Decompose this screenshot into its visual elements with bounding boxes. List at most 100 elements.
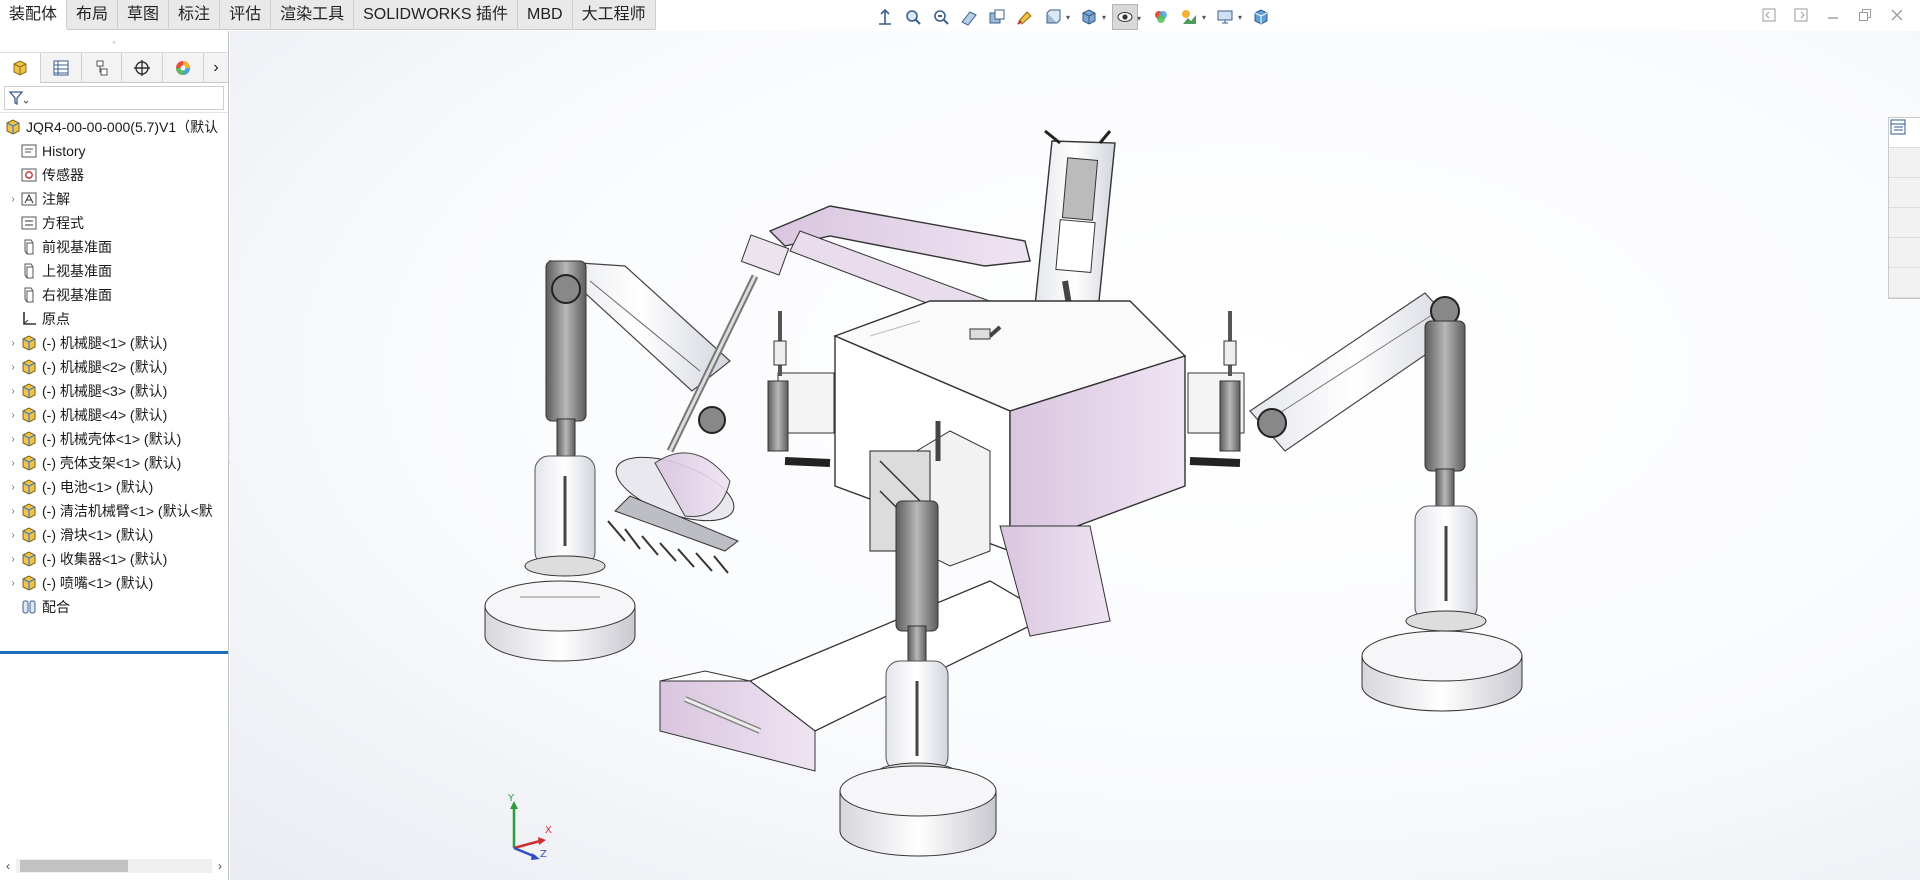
tree-node-label: (-) 机械腿<1> (默认) bbox=[42, 335, 168, 351]
subassembly-icon bbox=[20, 454, 38, 472]
tree-node[interactable]: › 注解 bbox=[0, 187, 228, 211]
subassembly-icon bbox=[20, 334, 38, 352]
tree-node-label: (-) 机械壳体<1> (默认) bbox=[42, 431, 182, 447]
expand-arrow-icon[interactable]: › bbox=[6, 362, 20, 373]
close-icon[interactable] bbox=[1888, 6, 1906, 24]
tab-layout[interactable]: 布局 bbox=[67, 0, 119, 30]
rotate-view-icon[interactable] bbox=[1012, 4, 1038, 30]
tab-mbd[interactable]: MBD bbox=[518, 0, 573, 30]
configuration-manager-tab-icon[interactable] bbox=[82, 53, 123, 83]
tile-left-icon[interactable] bbox=[1760, 6, 1778, 24]
expand-arrow-icon[interactable]: › bbox=[6, 386, 20, 397]
zoom-to-fit-icon[interactable] bbox=[872, 4, 898, 30]
tab-markup[interactable]: 标注 bbox=[169, 0, 221, 30]
scroll-right-icon[interactable]: › bbox=[212, 859, 228, 873]
tree-horizontal-scrollbar[interactable]: ‹ › bbox=[0, 856, 228, 876]
sensor-icon bbox=[20, 166, 38, 184]
tree-node-label: 配合 bbox=[42, 599, 70, 615]
expand-arrow-icon[interactable]: › bbox=[6, 410, 20, 421]
tab-assembly[interactable]: 装配体 bbox=[0, 0, 68, 30]
scroll-thumb[interactable] bbox=[20, 860, 128, 872]
tree-node[interactable]: › (-) 清洁机械臂<1> (默认<默 bbox=[0, 499, 228, 523]
heads-up-view-toolbar: ▾ ▾ ▾ ▾ ▾ bbox=[872, 4, 1274, 30]
3d-view-icon[interactable] bbox=[1248, 4, 1274, 30]
expand-arrow-icon[interactable]: › bbox=[6, 338, 20, 349]
dynamic-annotation-icon[interactable] bbox=[984, 4, 1010, 30]
section-view-icon[interactable] bbox=[956, 4, 982, 30]
expand-arrow-icon[interactable]: › bbox=[6, 506, 20, 517]
tree-node[interactable]: 配合 bbox=[0, 595, 228, 619]
tree-node[interactable]: 传感器 bbox=[0, 163, 228, 187]
previous-view-icon[interactable] bbox=[928, 4, 954, 30]
tree-root-assembly[interactable]: JQR4-00-00-000(5.7)V1（默认 bbox=[0, 115, 228, 139]
expand-arrow-icon[interactable]: › bbox=[6, 554, 20, 565]
minimize-icon[interactable] bbox=[1824, 6, 1842, 24]
collector-tray[interactable] bbox=[659, 525, 1111, 772]
custom-properties-icon[interactable] bbox=[1889, 119, 1920, 298]
plane-icon bbox=[20, 262, 38, 280]
tree-node[interactable]: 前视基准面 bbox=[0, 235, 228, 259]
tree-node[interactable]: › (-) 机械腿<2> (默认) bbox=[0, 355, 228, 379]
tree-node[interactable]: 右视基准面 bbox=[0, 283, 228, 307]
expand-arrow-icon[interactable]: › bbox=[6, 194, 20, 205]
zoom-to-area-icon[interactable] bbox=[900, 4, 926, 30]
tree-node[interactable]: › (-) 收集器<1> (默认) bbox=[0, 547, 228, 571]
display-manager-tab-icon[interactable] bbox=[163, 53, 205, 83]
tree-node-label: (-) 壳体支架<1> (默认) bbox=[42, 455, 182, 471]
tile-right-icon[interactable] bbox=[1792, 6, 1810, 24]
restore-icon[interactable] bbox=[1856, 6, 1874, 24]
solidworks-window: 装配体 布局 草图 标注 评估 渲染工具 SOLIDWORKS 插件 MBD 大… bbox=[0, 0, 1920, 880]
property-manager-tab-icon[interactable] bbox=[41, 53, 82, 83]
tree-node[interactable]: › (-) 滑块<1> (默认) bbox=[0, 523, 228, 547]
rollback-bar[interactable] bbox=[0, 651, 228, 654]
expand-arrow-icon[interactable]: › bbox=[6, 434, 20, 445]
tab-sketch[interactable]: 草图 bbox=[118, 0, 170, 30]
edit-appearance-icon[interactable] bbox=[1148, 4, 1174, 30]
panel-grip[interactable]: ◦ bbox=[0, 31, 228, 53]
tree-node-label: (-) 喷嘴<1> (默认) bbox=[42, 575, 154, 591]
hide-show-items-icon[interactable]: ▾ bbox=[1112, 4, 1141, 30]
tree-node[interactable]: › (-) 机械腿<4> (默认) bbox=[0, 403, 228, 427]
tree-node-label: 前视基准面 bbox=[42, 239, 112, 255]
tree-filter-input[interactable] bbox=[4, 86, 224, 110]
tab-render-tools[interactable]: 渲染工具 bbox=[271, 0, 355, 30]
expand-arrow-icon[interactable]: › bbox=[6, 530, 20, 541]
feature-manager-tab-icon[interactable] bbox=[0, 53, 41, 83]
display-style-icon[interactable]: ▾ bbox=[1076, 4, 1106, 30]
tab-evaluate[interactable]: 评估 bbox=[220, 0, 272, 30]
panel-tabs: › bbox=[0, 53, 228, 83]
annotation-icon bbox=[20, 190, 38, 208]
tab-engineer[interactable]: 大工程师 bbox=[573, 0, 656, 30]
dimxpert-manager-tab-icon[interactable] bbox=[122, 53, 164, 83]
triad-z-label: Z bbox=[540, 849, 547, 860]
mechanical-leg-3[interactable] bbox=[1249, 292, 1523, 712]
filter-icon bbox=[8, 91, 29, 106]
tree-node[interactable]: History bbox=[0, 139, 228, 163]
tree-node[interactable]: 方程式 bbox=[0, 211, 228, 235]
scroll-left-icon[interactable]: ‹ bbox=[0, 859, 16, 873]
apply-scene-icon[interactable]: ▾ bbox=[1176, 4, 1206, 30]
tree-node[interactable]: 上视基准面 bbox=[0, 259, 228, 283]
tree-node[interactable]: › (-) 喷嘴<1> (默认) bbox=[0, 571, 228, 595]
expand-arrow-icon[interactable]: › bbox=[6, 458, 20, 469]
tree-node[interactable]: › (-) 机械腿<3> (默认) bbox=[0, 379, 228, 403]
tree-node[interactable]: › (-) 机械腿<1> (默认) bbox=[0, 331, 228, 355]
graphics-area[interactable]: Y X Z bbox=[230, 31, 1920, 880]
view-orientation-icon[interactable]: ▾ bbox=[1040, 4, 1070, 30]
expand-arrow-icon[interactable]: › bbox=[6, 482, 20, 493]
appearances-scenes-icon[interactable] bbox=[1889, 120, 1920, 268]
tree-node-label: (-) 机械腿<3> (默认) bbox=[42, 383, 168, 399]
expand-arrow-icon[interactable]: › bbox=[6, 578, 20, 589]
tree-node[interactable]: › (-) 机械壳体<1> (默认) bbox=[0, 427, 228, 451]
tab-solidworks-addins[interactable]: SOLIDWORKS 插件 bbox=[354, 0, 519, 30]
tree-node-label: 上视基准面 bbox=[42, 263, 112, 279]
tree-root-label: JQR4-00-00-000(5.7)V1（默认 bbox=[26, 119, 219, 135]
more-tabs-chevron-icon[interactable]: › bbox=[204, 53, 228, 83]
view-settings-icon[interactable]: ▾ bbox=[1212, 4, 1242, 30]
view-palette-icon[interactable] bbox=[1889, 120, 1920, 238]
tree-node[interactable]: 原点 bbox=[0, 307, 228, 331]
tree-node[interactable]: › (-) 电池<1> (默认) bbox=[0, 475, 228, 499]
file-explorer-icon[interactable] bbox=[1889, 122, 1920, 208]
tree-node[interactable]: › (-) 壳体支架<1> (默认) bbox=[0, 451, 228, 475]
design-library-icon[interactable] bbox=[1889, 119, 1920, 178]
